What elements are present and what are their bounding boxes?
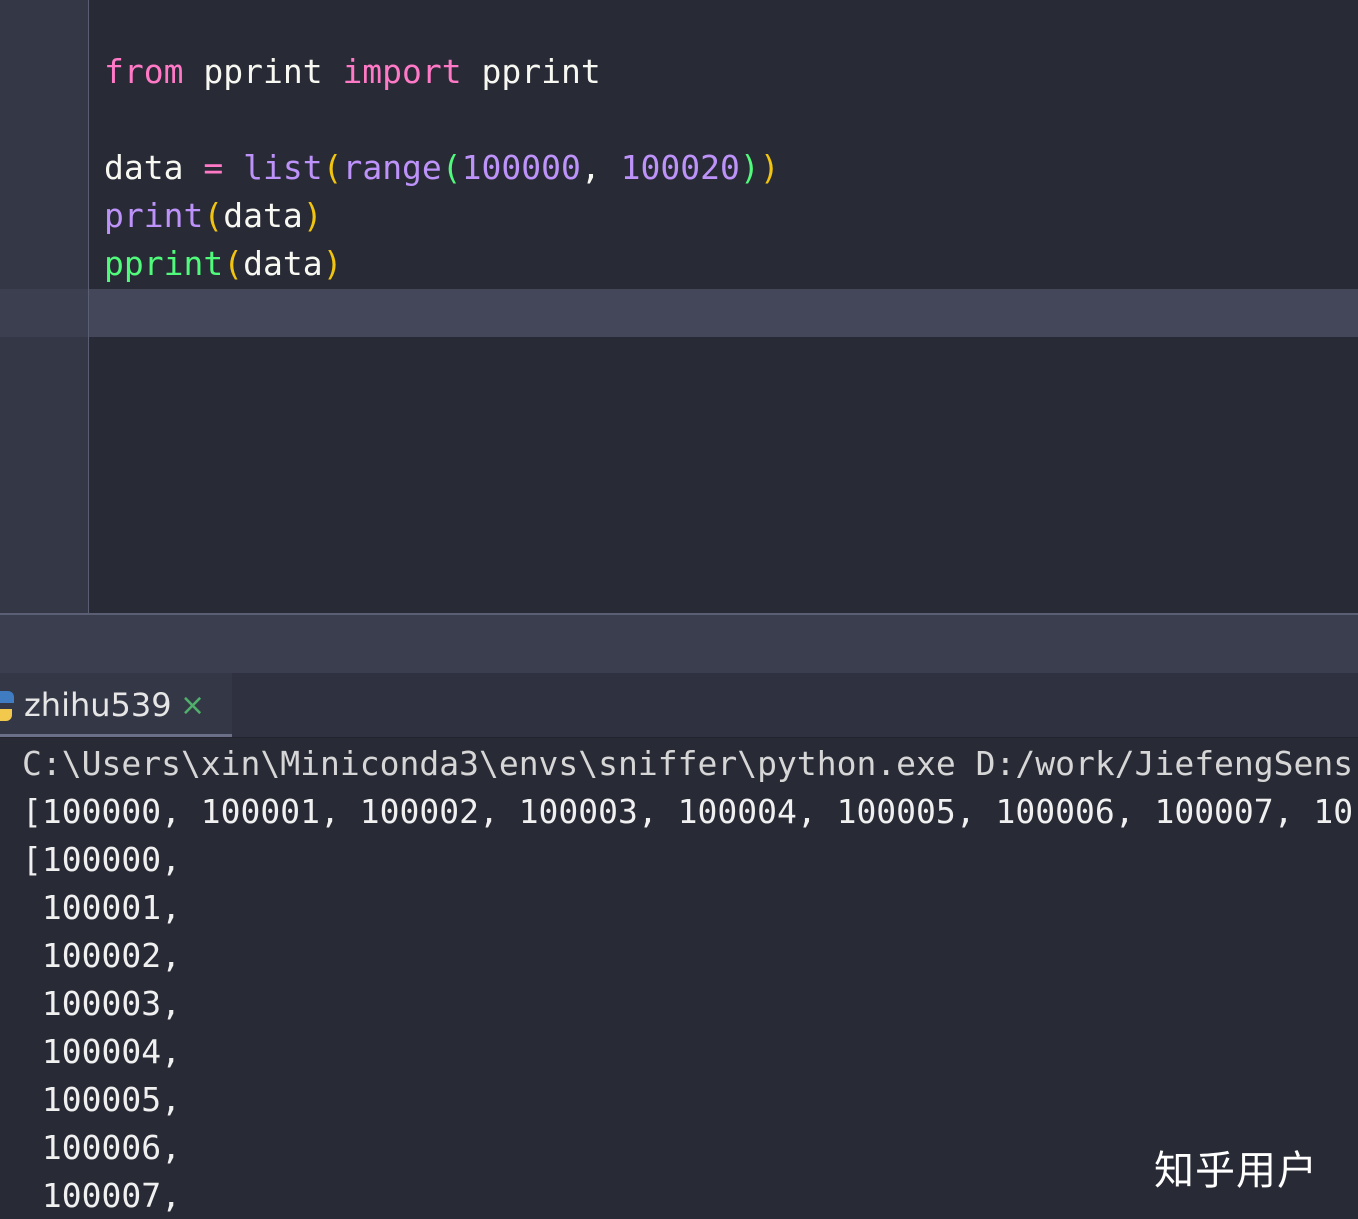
variable-data: data bbox=[104, 148, 204, 187]
console-line: 100002, bbox=[22, 936, 181, 975]
builtin-range: range bbox=[342, 148, 442, 187]
paren-open-outer: ( bbox=[322, 148, 343, 187]
code-line-5[interactable]: pprint(data) bbox=[104, 240, 780, 288]
console-line: 100004, bbox=[22, 1032, 181, 1071]
paren-open: ( bbox=[223, 244, 244, 283]
argument-data: data bbox=[243, 244, 323, 283]
code-editor[interactable]: from pprint import pprint data = list(ran… bbox=[0, 0, 1358, 613]
builtin-print: print bbox=[104, 196, 204, 235]
console-line: C:\Users\xin\Miniconda3\envs\sniffer\pyt… bbox=[22, 744, 1354, 783]
console-line: 100003, bbox=[22, 984, 181, 1023]
code-line-2[interactable] bbox=[104, 96, 780, 144]
run-tab-label: zhihu539 bbox=[24, 686, 172, 724]
run-tab-bar: zhihu539 × bbox=[0, 673, 1358, 738]
argument-data: data bbox=[223, 196, 303, 235]
current-line-gutter bbox=[0, 289, 89, 337]
number-start: 100000 bbox=[461, 148, 581, 187]
number-end: 100020 bbox=[620, 148, 740, 187]
paren-close: ) bbox=[302, 196, 323, 235]
code-line-1[interactable]: from pprint import pprint bbox=[104, 48, 780, 96]
code-line-3[interactable]: data = list(range(100000, 100020)) bbox=[104, 144, 780, 192]
paren-open-inner: ( bbox=[441, 148, 462, 187]
console-line: [100000, 100001, 100002, 100003, 100004,… bbox=[22, 792, 1354, 831]
current-line-highlight bbox=[0, 289, 1358, 337]
code-text[interactable]: from pprint import pprint data = list(ran… bbox=[104, 48, 780, 288]
console-line: 100001, bbox=[22, 888, 181, 927]
builtin-list: list bbox=[243, 148, 323, 187]
paren-close-outer: ) bbox=[759, 148, 780, 187]
paren-close-inner: ) bbox=[739, 148, 760, 187]
code-line-4[interactable]: print(data) bbox=[104, 192, 780, 240]
panel-divider[interactable] bbox=[0, 613, 1358, 675]
keyword-import: import bbox=[342, 52, 462, 91]
keyword-from: from bbox=[104, 52, 184, 91]
imported-name: pprint bbox=[461, 52, 601, 91]
console-line: 100005, bbox=[22, 1080, 181, 1119]
watermark-text: 知乎用户 bbox=[1154, 1148, 1318, 1194]
comma: , bbox=[580, 148, 621, 187]
paren-close: ) bbox=[322, 244, 343, 283]
close-icon[interactable]: × bbox=[180, 689, 205, 723]
module-name: pprint bbox=[183, 52, 343, 91]
function-pprint: pprint bbox=[104, 244, 224, 283]
paren-open: ( bbox=[203, 196, 224, 235]
console-line: [100000, bbox=[22, 840, 181, 879]
run-tab-zhihu539[interactable]: zhihu539 × bbox=[0, 673, 232, 737]
python-icon bbox=[0, 691, 14, 721]
assign-operator: = bbox=[203, 148, 224, 187]
